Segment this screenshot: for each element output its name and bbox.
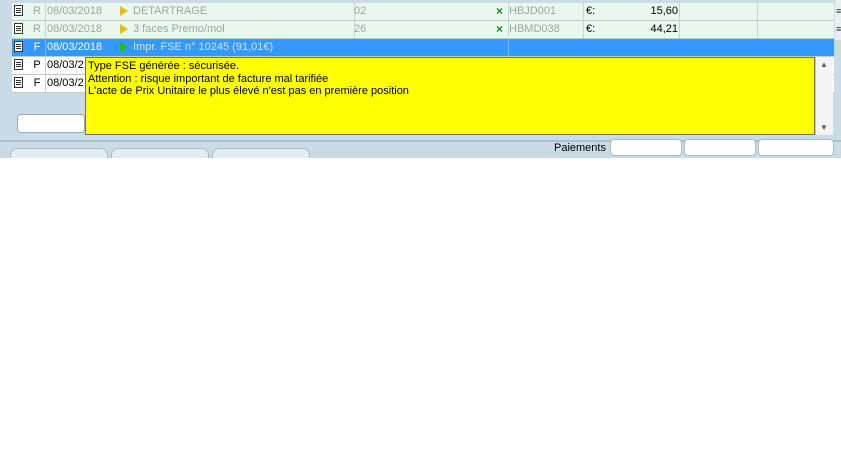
bottom-tab-2[interactable] <box>111 148 209 158</box>
document-icon[interactable] <box>14 3 28 20</box>
row-date: 08/03/2018 <box>47 23 103 35</box>
document-icon[interactable] <box>14 75 28 92</box>
document-icon[interactable] <box>14 21 28 38</box>
row-amount: 15,60 <box>650 5 678 17</box>
row-code: R <box>33 23 41 35</box>
fse-warning-tooltip: Type FSE générée : sécurisée. Attention … <box>85 57 815 135</box>
row-qty: 02 <box>354 5 367 17</box>
bottom-tab-3[interactable] <box>212 148 310 158</box>
play-yellow-icon[interactable] <box>120 21 132 38</box>
row-currency: €: <box>586 23 596 35</box>
payment-field-2[interactable] <box>684 139 756 156</box>
row-qty: 26 <box>354 23 367 35</box>
row-label: 3 faces Premo/mol <box>133 23 225 35</box>
tooltip-line-1: Type FSE générée : sécurisée. <box>88 60 240 72</box>
scroll-up-icon[interactable]: ▲ <box>820 60 828 69</box>
table-row[interactable]: R 08/03/2018 3 faces Premo/mol 26 × HBMD… <box>12 21 834 39</box>
row-marker-icon: ≡ <box>836 6 841 16</box>
row-code: F <box>33 41 41 53</box>
table-row-selected[interactable]: F 08/03/2018 Impr. FSE n° 10245 (91,01€) <box>12 39 834 57</box>
tooltip-line-3: L'acte de Prix Unitaire le plus élevé n'… <box>88 85 409 97</box>
row-code: R <box>33 5 41 17</box>
payment-field-3[interactable] <box>758 139 834 156</box>
row-ccam: HBJD001 <box>509 5 557 17</box>
comment-field[interactable] <box>17 114 85 133</box>
document-icon[interactable] <box>14 57 28 74</box>
row-currency: €: <box>586 5 596 17</box>
tooltip-scrollbar[interactable]: ▲ ▼ <box>815 57 833 135</box>
table-row[interactable]: R 08/03/2018 DETARTRAGE 02 × HBJD001 €: … <box>12 3 834 21</box>
bottom-tab-1[interactable] <box>10 148 108 158</box>
row-amount: 44,21 <box>650 23 678 35</box>
row-label: Impr. FSE n° 10245 (91,01€) <box>133 41 274 53</box>
scroll-down-icon[interactable]: ▼ <box>820 123 828 132</box>
tooltip-line-2: Attention : risque important de facture … <box>88 72 329 85</box>
play-green-icon[interactable] <box>120 39 132 56</box>
paiements-label: Paiements <box>554 142 606 154</box>
row-code: P <box>33 59 41 71</box>
row-date: 08/03/2018 <box>47 5 103 17</box>
row-date: 08/03/2018 <box>47 41 103 53</box>
row-ccam: HBMD038 <box>509 23 560 35</box>
x-mark-icon: × <box>496 22 504 36</box>
row-label: DETARTRAGE <box>133 5 208 17</box>
x-mark-icon: × <box>496 4 504 18</box>
play-yellow-icon[interactable] <box>120 3 132 20</box>
app-window: R 08/03/2018 DETARTRAGE 02 × HBJD001 €: … <box>0 0 841 158</box>
payment-field-1[interactable] <box>610 139 682 156</box>
row-marker-icon: ≡ <box>836 24 841 34</box>
row-code: F <box>33 77 41 89</box>
left-strip <box>0 0 12 95</box>
document-icon[interactable] <box>14 39 28 56</box>
